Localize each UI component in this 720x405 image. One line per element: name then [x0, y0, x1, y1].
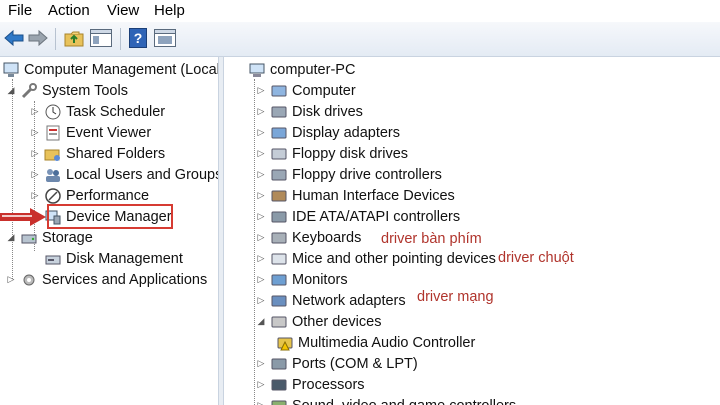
keyboard-icon: [271, 232, 287, 243]
annotation-keyboard: driver bàn phím: [381, 231, 482, 247]
tree-item-disk-management[interactable]: Disk Management: [44, 248, 183, 269]
expand-arrow-icon[interactable]: ▷: [256, 400, 266, 405]
tree-item-event-viewer[interactable]: ▷ Event Viewer: [30, 122, 152, 143]
tree-item-storage[interactable]: ◢ Storage: [6, 227, 93, 248]
disk-drive-icon: [271, 106, 287, 117]
tree-item-shared-folders[interactable]: ▷ Shared Folders: [30, 143, 166, 164]
system-tools-icon: [21, 82, 37, 98]
expand-arrow-icon[interactable]: ▷: [256, 127, 266, 138]
device-category-item[interactable]: ▷ Monitors: [256, 269, 348, 290]
tree-item-performance[interactable]: ▷ Performance: [30, 185, 149, 206]
users-icon: [46, 168, 60, 182]
ide-controller-icon: [271, 211, 287, 222]
sound-icon: [271, 400, 287, 405]
computer-pc-icon: [249, 63, 265, 77]
tree-item-computer-management[interactable]: Computer Management (Local: [2, 59, 218, 80]
menu-view[interactable]: View: [105, 0, 141, 22]
toolbar-separator: [120, 28, 121, 50]
device-manager-highlight: [47, 204, 173, 229]
expand-arrow-icon[interactable]: ▷: [256, 358, 266, 369]
collapse-arrow-icon[interactable]: ◢: [6, 232, 16, 243]
event-viewer-icon: [46, 125, 60, 140]
expand-arrow-icon[interactable]: ▷: [256, 232, 266, 243]
disk-management-icon: [45, 255, 61, 264]
services-icon: [23, 274, 35, 285]
device-category-item[interactable]: Multimedia Audio Controller: [276, 332, 475, 353]
floppy-disk-icon: [271, 148, 287, 159]
device-category-item[interactable]: ▷ Floppy drive controllers: [256, 164, 442, 185]
network-adapter-icon: [271, 295, 287, 306]
device-category-item[interactable]: ▷ IDE ATA/ATAPI controllers: [256, 206, 461, 227]
console-tree-pane: Computer Management (Local ◢ System Tool…: [0, 57, 218, 405]
computer-management-icon: [3, 62, 19, 77]
clock-icon: [45, 104, 61, 119]
device-category-item[interactable]: ▷ Disk drives: [256, 101, 363, 122]
annotation-mouse: driver chuột: [498, 250, 574, 266]
menu-file[interactable]: File: [6, 0, 34, 22]
expand-arrow-icon[interactable]: ▷: [30, 148, 40, 159]
expand-arrow-icon[interactable]: ▷: [256, 274, 266, 285]
expand-arrow-icon[interactable]: ▷: [256, 85, 266, 96]
expand-arrow-icon[interactable]: ▷: [256, 190, 266, 201]
shared-folders-icon: [44, 149, 60, 161]
back-icon[interactable]: [3, 27, 25, 49]
device-category-item[interactable]: ▷Sound, video and game controllers: [256, 395, 516, 405]
monitor-icon: [271, 274, 287, 285]
expand-arrow-icon[interactable]: ▷: [30, 169, 40, 180]
device-category-item[interactable]: ◢ Other devices: [256, 311, 382, 332]
tree-item-local-users[interactable]: ▷ Local Users and Groups: [30, 164, 218, 185]
device-category-item[interactable]: ▷ Mice and other pointing devices: [256, 248, 496, 269]
help-icon[interactable]: ?: [127, 27, 149, 49]
device-list-pane: computer-PC ▷ Computer ▷ Disk drives ▷ Displa…: [224, 57, 720, 405]
menu-action[interactable]: Action: [46, 0, 92, 22]
device-category-item[interactable]: ▷ Floppy disk drives: [256, 143, 409, 164]
device-category-item[interactable]: ▷ Keyboards: [256, 227, 362, 248]
device-root-computer-pc[interactable]: computer-PC: [248, 59, 355, 80]
annotation-network: driver mạng: [417, 289, 494, 305]
device-category-item[interactable]: ▷ Network adapters: [256, 290, 406, 311]
menu-bar: File Action View Help: [0, 0, 720, 22]
up-folder-icon[interactable]: [63, 27, 85, 49]
device-category-item[interactable]: ▷ Computer: [256, 80, 356, 101]
tree-item-services[interactable]: ▷ Services and Applications: [6, 269, 208, 290]
expand-arrow-icon[interactable]: ▷: [30, 190, 40, 201]
collapse-arrow-icon[interactable]: ◢: [6, 85, 16, 96]
toolbar-separator: [55, 28, 56, 50]
display-adapter-icon: [271, 127, 287, 138]
device-category-item[interactable]: ▷ Processors: [256, 374, 365, 395]
tree-item-task-scheduler[interactable]: ▷ Task Scheduler: [30, 101, 166, 122]
show-hide-tree-icon[interactable]: [89, 27, 113, 49]
collapse-arrow-icon[interactable]: ◢: [256, 316, 266, 327]
red-arrow-icon: [0, 208, 46, 226]
processor-icon: [271, 379, 287, 390]
port-icon: [271, 358, 287, 369]
expand-arrow-icon[interactable]: ▷: [30, 127, 40, 138]
expand-arrow-icon[interactable]: ▷: [256, 295, 266, 306]
other-devices-icon: [271, 316, 287, 327]
tree-item-system-tools[interactable]: ◢ System Tools: [6, 80, 128, 101]
expand-arrow-icon[interactable]: ▷: [256, 106, 266, 117]
expand-arrow-icon[interactable]: ▷: [256, 169, 266, 180]
computer-icon: [271, 85, 287, 96]
expand-arrow-icon[interactable]: ▷: [6, 274, 16, 285]
svg-text:?: ?: [134, 30, 143, 46]
menu-help[interactable]: Help: [152, 0, 187, 22]
device-category-item[interactable]: ▷ Display adapters: [256, 122, 400, 143]
expand-arrow-icon[interactable]: ▷: [256, 379, 266, 390]
warning-device-icon: [277, 337, 293, 350]
toolbar: ?: [0, 22, 720, 57]
hid-icon: [271, 190, 287, 201]
storage-icon: [21, 234, 37, 243]
expand-arrow-icon[interactable]: ▷: [256, 148, 266, 159]
expand-arrow-icon[interactable]: ▷: [256, 253, 266, 264]
device-category-item[interactable]: ▷ Ports (COM & LPT): [256, 353, 418, 374]
mouse-icon: [271, 253, 287, 264]
device-category-item[interactable]: ▷ Human Interface Devices: [256, 185, 455, 206]
expand-arrow-icon[interactable]: ▷: [30, 106, 40, 117]
properties-icon[interactable]: [153, 27, 177, 49]
forward-icon[interactable]: [27, 27, 49, 49]
expand-arrow-icon[interactable]: ▷: [256, 211, 266, 222]
floppy-controller-icon: [271, 169, 287, 180]
performance-icon: [45, 187, 61, 204]
